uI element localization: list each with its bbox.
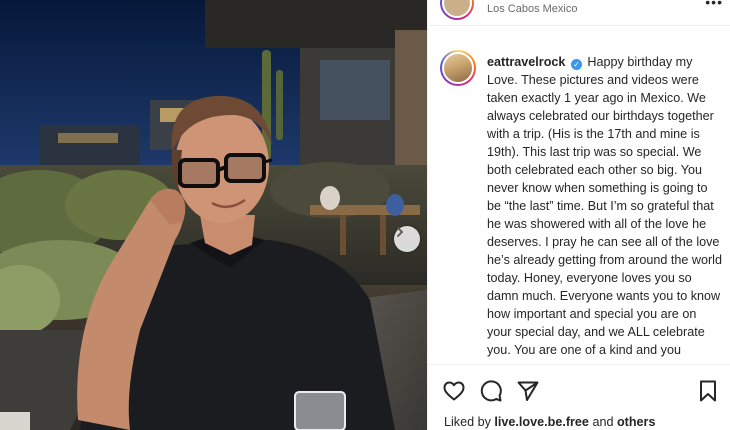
carousel-next-button[interactable] <box>394 226 420 252</box>
bookmark-icon <box>700 380 716 402</box>
photo-scene <box>0 0 427 430</box>
share-button[interactable] <box>516 379 540 403</box>
post-location[interactable]: Los Cabos Mexico <box>487 3 578 15</box>
comment-button[interactable] <box>479 379 503 403</box>
liked-by-line: Liked by live.love.be.free and others <box>444 415 655 429</box>
more-icon[interactable]: ••• <box>705 0 723 10</box>
chevron-right-icon <box>397 227 404 237</box>
caption-text: Happy birthday my Love. These pictures a… <box>487 55 722 357</box>
post-header: Los Cabos Mexico ••• <box>428 0 730 26</box>
post-details-panel: Los Cabos Mexico ••• eattravelrock ✓ Hap… <box>427 0 730 430</box>
comment-icon <box>480 380 502 402</box>
heart-icon <box>443 381 465 401</box>
liked-by-others[interactable]: others <box>617 415 656 429</box>
post-actions-bar <box>428 364 730 414</box>
post-caption: eattravelrock ✓ Happy birthday my Love. … <box>487 53 723 360</box>
liked-by-and: and <box>592 415 614 429</box>
paper-plane-icon <box>517 381 539 401</box>
save-button[interactable] <box>696 379 720 403</box>
liked-by-prefix: Liked by <box>444 415 491 429</box>
verified-badge-icon: ✓ <box>570 59 582 70</box>
like-button[interactable] <box>442 379 466 403</box>
post-photo[interactable] <box>0 0 427 430</box>
caption-username[interactable]: eattravelrock <box>487 55 565 69</box>
header-avatar[interactable] <box>440 0 474 20</box>
liked-by-user[interactable]: live.love.be.free <box>494 415 589 429</box>
caption-avatar[interactable] <box>440 50 476 86</box>
